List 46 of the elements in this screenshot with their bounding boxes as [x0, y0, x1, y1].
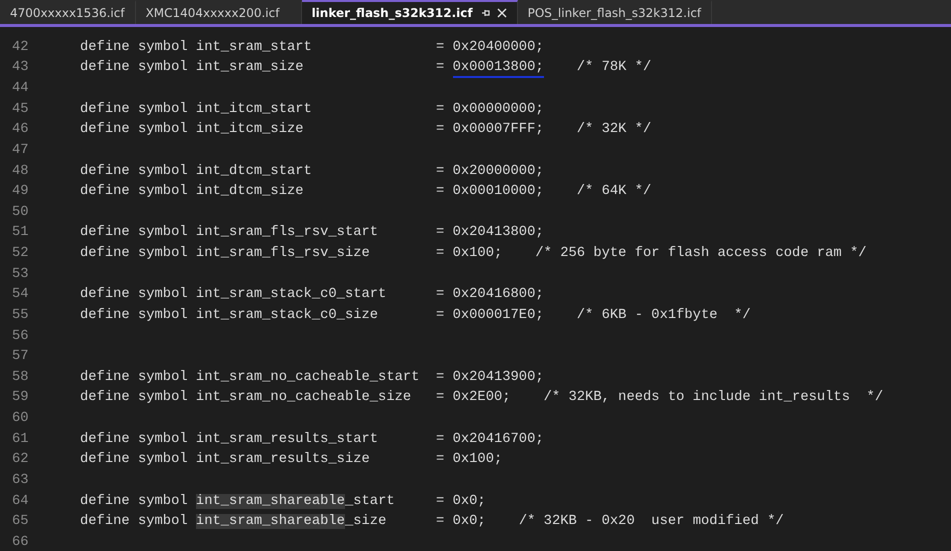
line-number: 46: [11, 122, 30, 138]
line-number: 51: [11, 225, 30, 240]
code-line: define symbol int_sram_fls_rsv_start = 0x20413800;: [80, 225, 544, 240]
code-line: define symbol int_sram_shareable_start = 0x0;: [80, 494, 486, 509]
code-line: define symbol int_sram_size = 0x00013800; /* 78K */: [80, 60, 652, 76]
line-number: 44: [11, 81, 30, 96]
line-number: 57: [11, 349, 30, 364]
file-tab[interactable]: POS_linker_flash_s32k312.icf: [518, 0, 712, 24]
line-number: 60: [11, 411, 30, 426]
line-number: 54: [11, 287, 30, 302]
line-number: 50: [11, 204, 30, 220]
line-number: 49: [11, 184, 30, 200]
code-line: define symbol int_sram_no_cacheable_size = 0x2E00; /* 32KB, needs to include int_results */: [80, 390, 884, 406]
line-number: 53: [11, 266, 30, 282]
line-number: 45: [11, 102, 30, 117]
code-line: define symbol int_sram_results_size = 0x100;: [80, 452, 502, 468]
pin-icon[interactable]: [480, 8, 491, 18]
close-icon[interactable]: [496, 8, 507, 18]
code-line: define symbol int_sram_stack_c0_size = 0x000017E0; /* 6KB - 0x1fbyte */: [80, 308, 751, 323]
code-line: define symbol int_sram_fls_rsv_size = 0x100; /* 256 byte for flash access code ram */: [80, 246, 867, 262]
line-number: 56: [11, 328, 30, 344]
code-line: define symbol int_itcm_start = 0x00000000;: [80, 102, 544, 117]
code-line: define symbol int_dtcm_start = 0x20000000;: [80, 164, 544, 179]
code-line: define symbol int_sram_no_cacheable_start = 0x20413900;: [80, 370, 544, 385]
code-line: define symbol int_sram_results_start = 0x20416700;: [80, 432, 544, 447]
line-number: 48: [11, 164, 30, 179]
line-number: 63: [11, 472, 30, 488]
line-number: 55: [11, 308, 30, 323]
file-tab[interactable]: linker_flash_s32k312.icf: [302, 0, 518, 24]
line-number: 52: [11, 246, 30, 262]
code-line: define symbol int_itcm_size = 0x00007FFF; /* 32K */: [80, 122, 652, 138]
line-number: 66: [11, 534, 30, 550]
line-number: 47: [11, 142, 30, 158]
code-line: define symbol int_sram_stack_c0_start = 0x20416800;: [80, 287, 544, 302]
line-number: 43: [11, 60, 30, 76]
line-number: 64: [11, 494, 30, 509]
line-number: 65: [11, 514, 30, 530]
line-number: 61: [11, 432, 30, 447]
file-tab[interactable]: XMC1404xxxxx200.icf: [136, 0, 302, 24]
code-line: define symbol int_sram_start = 0x20400000;: [80, 40, 544, 55]
line-number: 62: [11, 452, 30, 468]
code-line: define symbol int_sram_shareable_size = 0x0; /* 32KB - 0x20 user modified */: [80, 514, 784, 530]
line-number: 58: [11, 370, 30, 385]
line-number: 42: [11, 40, 30, 55]
line-number: 59: [11, 390, 30, 406]
code-line: define symbol int_dtcm_size = 0x00010000; /* 64K */: [80, 184, 652, 200]
